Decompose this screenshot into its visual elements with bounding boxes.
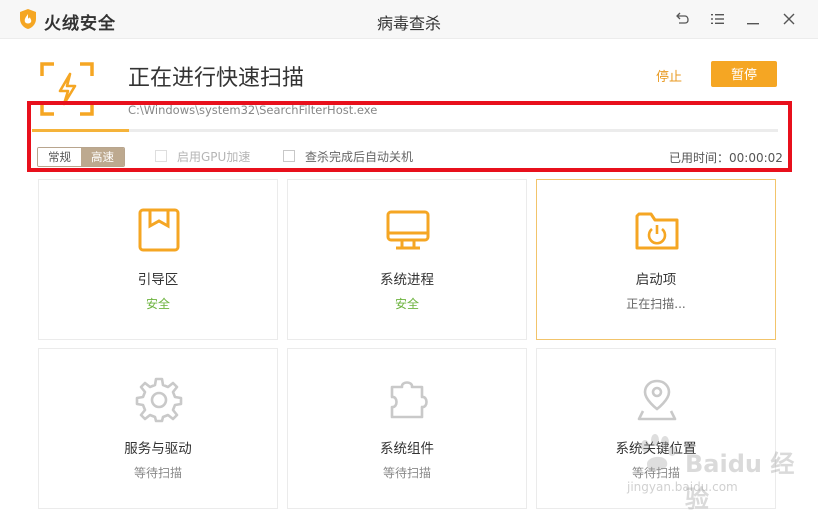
startup-folder-icon: [635, 212, 679, 250]
scan-item-system-process[interactable]: 系统进程 安全: [287, 179, 527, 340]
scan-item-name: 系统关键位置: [615, 441, 697, 457]
location-pin-icon: [637, 379, 677, 421]
back-icon[interactable]: [673, 10, 691, 28]
scan-item-name: 引导区: [137, 272, 179, 288]
title-bar: 火绒安全 病毒查杀: [0, 0, 818, 39]
scan-item-status: 安全: [394, 297, 419, 311]
scan-item-status: 正在扫描...: [626, 297, 686, 311]
scan-item-services-drivers[interactable]: 服务与驱动 等待扫描: [38, 348, 278, 509]
scan-item-name: 服务与驱动: [124, 441, 192, 457]
gear-icon: [135, 377, 183, 423]
scan-item-name: 系统组件: [380, 441, 434, 457]
scan-item-status: 等待扫描: [382, 466, 431, 480]
boot-sector-icon: [138, 208, 180, 252]
scan-item-system-components[interactable]: 系统组件 等待扫描: [287, 348, 527, 509]
menu-icon[interactable]: [708, 10, 726, 28]
window-title: 病毒查杀: [376, 14, 441, 33]
scan-item-status: 等待扫描: [631, 466, 680, 480]
scan-item-boot-sector[interactable]: 引导区 安全: [38, 179, 278, 340]
puzzle-piece-icon: [390, 381, 428, 419]
highlight-box: [27, 101, 792, 172]
scan-title: 正在进行快速扫描: [128, 66, 305, 91]
scan-item-startup[interactable]: 启动项 正在扫描...: [536, 179, 776, 340]
scan-item-status: 安全: [145, 297, 170, 311]
scan-item-name: 系统进程: [380, 272, 434, 288]
scan-item-status: 等待扫描: [133, 466, 182, 480]
scan-item-critical-locations[interactable]: 系统关键位置 等待扫描: [536, 348, 776, 509]
minimize-icon[interactable]: [744, 10, 762, 28]
scan-item-name: 启动项: [635, 272, 677, 288]
monitor-icon: [386, 210, 430, 250]
close-icon[interactable]: [780, 10, 798, 28]
pause-button[interactable]: 暂停: [711, 61, 777, 87]
stop-button[interactable]: 停止: [656, 66, 682, 85]
